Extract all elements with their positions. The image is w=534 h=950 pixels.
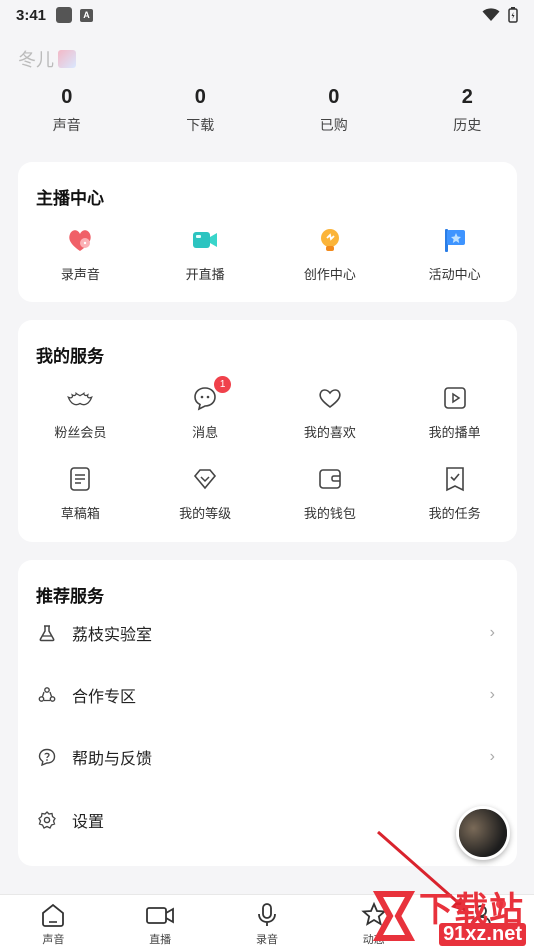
my-services-title: 我的服务 — [36, 347, 104, 366]
status-time: 3:41 — [16, 6, 47, 24]
item-label: 荔枝实验室 — [72, 627, 153, 644]
stat-history[interactable]: 2 历史 — [401, 86, 534, 135]
cooperation-icon — [38, 687, 56, 702]
anchor-center-card: 主播中心 录声音 开直播 创作中心 活动中心 — [18, 162, 517, 302]
my-wallet-item[interactable]: 我的钱包 — [268, 465, 393, 522]
gear-icon — [38, 811, 56, 829]
event-center-item[interactable]: 活动中心 — [392, 226, 517, 283]
creator-center-item[interactable]: 创作中心 — [268, 226, 393, 283]
bulb-icon — [316, 226, 344, 254]
video-icon — [146, 907, 175, 924]
flask-icon — [39, 625, 55, 642]
stat-sounds[interactable]: 0 声音 — [0, 86, 134, 135]
profile-username[interactable]: 冬儿 — [18, 46, 76, 72]
play-list-icon — [441, 384, 469, 412]
chevron-right-icon: › — [489, 686, 495, 703]
help-icon — [38, 748, 56, 766]
stat-value: 2 — [461, 86, 473, 108]
album-cover-image — [459, 809, 507, 857]
my-tasks-item[interactable]: 我的任务 — [392, 465, 517, 522]
recommended-services-card: 推荐服务 荔枝实验室 › 合作专区 › 帮助与反馈 › 设置 — [18, 560, 517, 866]
chevron-right-icon: › — [489, 624, 495, 641]
watermark-url: 91xz.net — [439, 923, 526, 946]
fan-member-item[interactable]: 粉丝会员 — [18, 384, 143, 441]
message-badge: 1 — [214, 376, 232, 393]
floating-player-button[interactable] — [456, 806, 510, 860]
site-watermark: 下载站 91xz.net — [370, 878, 530, 948]
task-icon — [441, 465, 469, 493]
tab-label: 声音 — [42, 934, 65, 946]
cooperation-zone-item[interactable]: 合作专区 › — [18, 680, 517, 710]
item-label: 录声音 — [60, 267, 100, 282]
item-label: 开直播 — [185, 267, 225, 282]
wings-icon — [66, 384, 94, 412]
mic-icon — [258, 903, 276, 926]
chart-emoji-icon — [58, 50, 76, 68]
item-label: 帮助与反馈 — [72, 751, 153, 768]
stat-value: 0 — [194, 86, 206, 108]
notification-icon — [56, 7, 73, 23]
item-label: 设置 — [72, 814, 105, 831]
stat-value: 0 — [328, 86, 340, 108]
settings-item[interactable]: 设置 — [18, 805, 517, 835]
messages-item[interactable]: 1 消息 — [143, 376, 268, 441]
recommended-title: 推荐服务 — [36, 587, 104, 606]
my-level-item[interactable]: 我的等级 — [143, 465, 268, 522]
item-label: 草稿箱 — [60, 506, 100, 521]
mic-heart-icon — [66, 226, 94, 254]
item-label: 活动中心 — [428, 267, 481, 282]
stat-purchased[interactable]: 0 已购 — [267, 86, 401, 135]
home-icon — [42, 903, 65, 927]
item-label: 我的喜欢 — [303, 425, 356, 440]
battery-icon — [508, 7, 518, 23]
start-live-item[interactable]: 开直播 — [143, 226, 268, 283]
tab-label: 录音 — [255, 934, 278, 946]
tab-label: 直播 — [149, 934, 172, 946]
item-label: 我的等级 — [179, 506, 232, 521]
watermark-logo — [372, 891, 416, 941]
stat-label: 历史 — [453, 117, 482, 133]
lychee-lab-item[interactable]: 荔枝实验室 › — [18, 618, 517, 648]
drafts-item[interactable]: 草稿箱 — [18, 465, 143, 522]
wallet-icon — [316, 465, 344, 493]
item-label: 粉丝会员 — [54, 425, 107, 440]
username-text: 冬儿 — [18, 50, 54, 70]
item-label: 我的播单 — [428, 425, 481, 440]
record-sound-item[interactable]: 录声音 — [18, 226, 143, 283]
my-likes-item[interactable]: 我的喜欢 — [268, 384, 393, 441]
tab-record[interactable]: 录音 — [214, 895, 321, 950]
heart-icon — [316, 384, 344, 412]
camera-icon — [191, 226, 219, 254]
draft-icon — [66, 465, 94, 493]
stat-label: 声音 — [52, 117, 81, 133]
item-label: 消息 — [192, 425, 219, 440]
flag-star-icon — [441, 226, 469, 254]
stat-downloads[interactable]: 0 下载 — [134, 86, 268, 135]
help-feedback-item[interactable]: 帮助与反馈 › — [18, 742, 517, 772]
item-label: 创作中心 — [303, 267, 356, 282]
my-services-card: 我的服务 粉丝会员 1 消息 我的喜欢 我的播单 草稿箱 我的等级 我的钱包 我… — [18, 320, 517, 542]
diamond-icon — [191, 465, 219, 493]
stat-value: 0 — [61, 86, 73, 108]
item-label: 我的任务 — [428, 506, 481, 521]
chevron-right-icon: › — [489, 748, 495, 765]
a-icon: A — [80, 8, 94, 22]
chat-bubble-icon: 1 — [191, 376, 232, 412]
status-bar: 3:41 A — [0, 0, 534, 30]
tab-sounds[interactable]: 声音 — [0, 895, 107, 950]
item-label: 我的钱包 — [303, 506, 356, 521]
item-label: 合作专区 — [72, 689, 137, 706]
anchor-center-title: 主播中心 — [36, 189, 104, 208]
wifi-icon — [482, 8, 500, 21]
stat-label: 已购 — [319, 117, 348, 133]
tab-live[interactable]: 直播 — [107, 895, 214, 950]
stat-label: 下载 — [186, 117, 215, 133]
my-playlist-item[interactable]: 我的播单 — [392, 384, 517, 441]
profile-stats: 0 声音 0 下载 0 已购 2 历史 — [0, 86, 534, 135]
